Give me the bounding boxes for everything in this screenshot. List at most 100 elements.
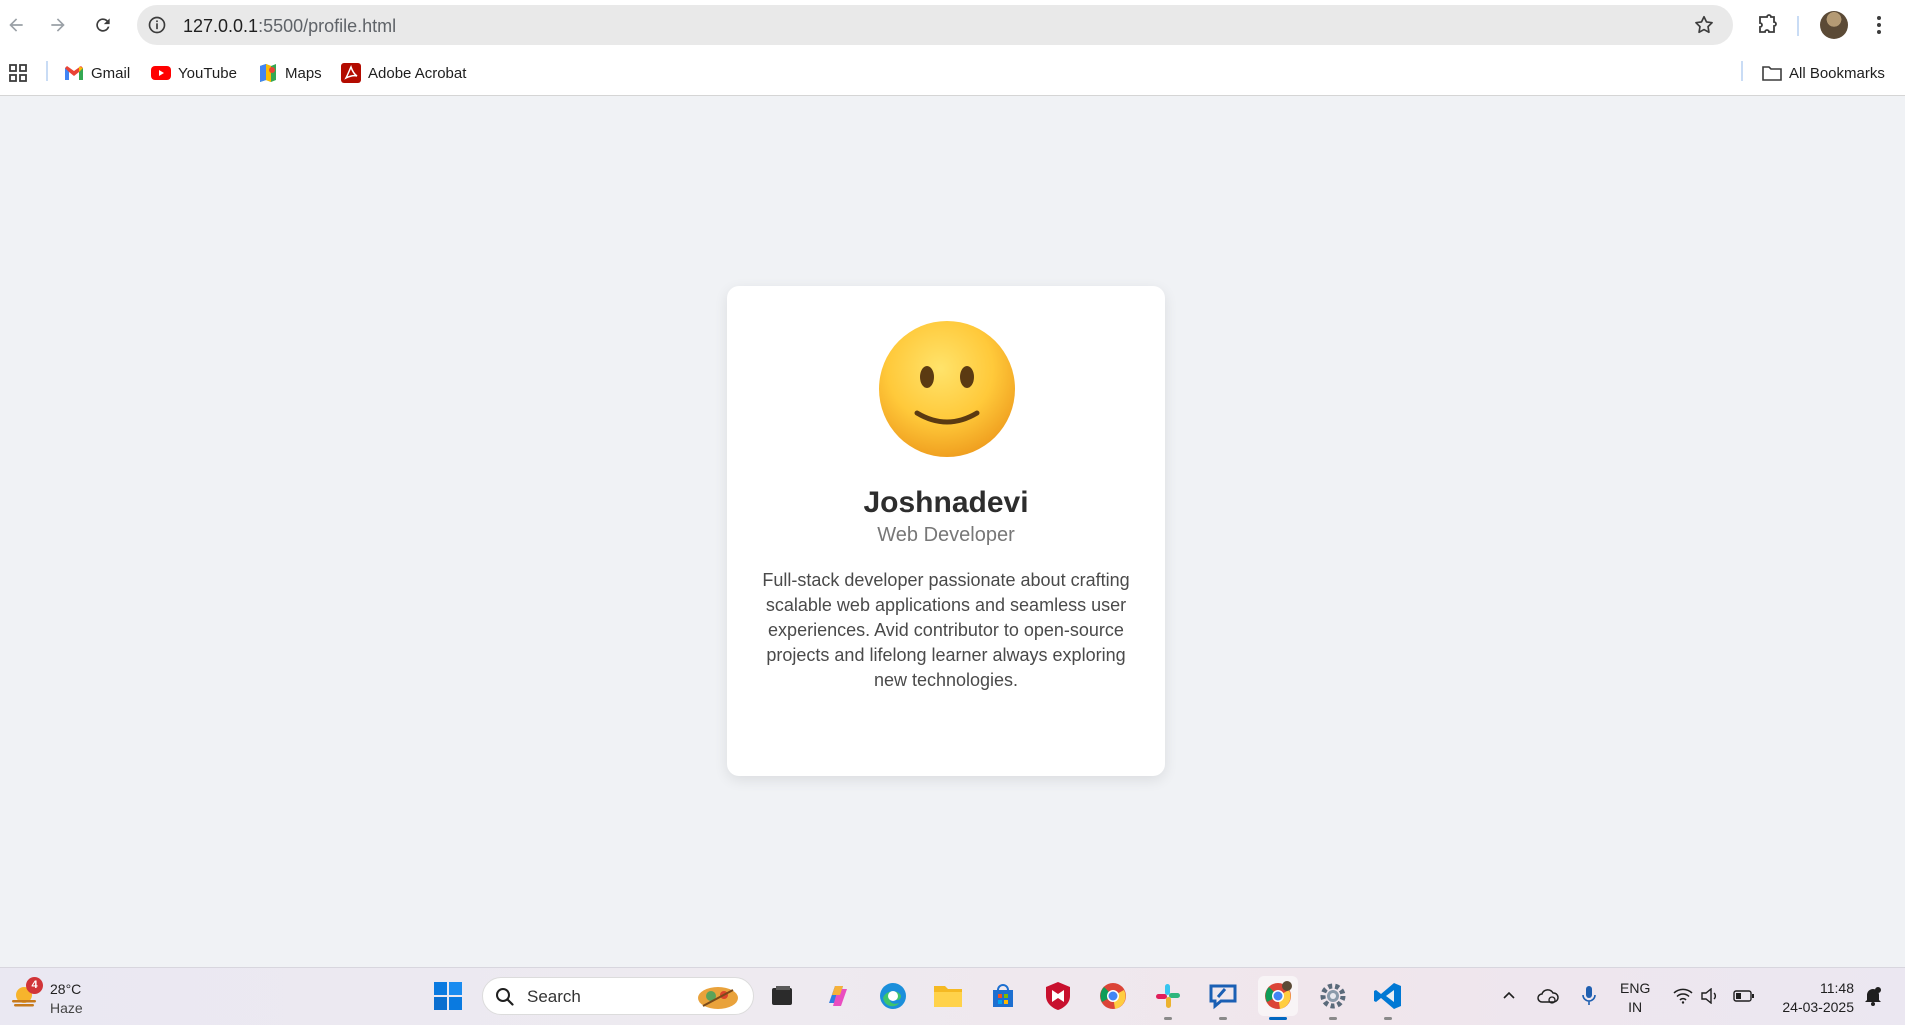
taskbar-app-chrome[interactable] (1093, 976, 1133, 1016)
taskbar: 4 28°C Haze Search ENG IN 11:48 24-03-20… (0, 967, 1905, 1025)
language-indicator[interactable]: ENG IN (1620, 979, 1650, 1017)
maps-icon (258, 63, 278, 83)
wifi-icon (1673, 988, 1693, 1004)
more-vertical-icon (1877, 16, 1881, 34)
url-host: 127.0.0.1 (183, 16, 259, 36)
page-viewport: Joshnadevi Web Developer Full-stack deve… (0, 97, 1905, 967)
forward-button[interactable] (42, 9, 74, 41)
folder-icon (1762, 63, 1782, 83)
taskbar-search[interactable]: Search (482, 977, 754, 1015)
region-code: IN (1628, 999, 1643, 1015)
mcafee-shield-icon (1046, 982, 1070, 1010)
weather-temp: 28°C (50, 981, 82, 997)
running-indicator (1219, 1017, 1227, 1020)
bookmarks-divider-right (1741, 61, 1743, 81)
profile-name: Joshnadevi (863, 486, 1029, 519)
bookmark-star-icon[interactable] (1693, 14, 1715, 36)
arrow-left-icon (9, 18, 23, 32)
tray-battery[interactable] (1733, 985, 1755, 1007)
bookmark-label: Adobe Acrobat (368, 64, 467, 82)
windows-icon (434, 982, 462, 1010)
url-path: :5500/profile.html (258, 16, 397, 36)
taskbar-app-mcafee[interactable] (1038, 976, 1078, 1016)
weather-badge: 4 (26, 977, 43, 994)
smiling-face-icon (879, 321, 1015, 457)
copilot-icon (829, 986, 847, 1006)
profile-bio: Full-stack developer passionate about cr… (762, 570, 1130, 690)
weather-condition: Haze (50, 1000, 83, 1016)
microphone-icon (1582, 986, 1596, 1005)
taskbar-app-chrome-active[interactable] (1258, 976, 1298, 1020)
taskbar-app-settings[interactable] (1313, 976, 1353, 1020)
search-highlight-icon (698, 987, 738, 1009)
slack-icon (1156, 984, 1180, 1008)
folder-yellow-icon (934, 986, 962, 1007)
tray-onedrive[interactable] (1537, 985, 1559, 1007)
apps-grid-icon (9, 64, 27, 82)
start-button[interactable] (428, 976, 468, 1016)
taskbar-app-edge[interactable] (873, 976, 913, 1016)
microsoft-store-icon (993, 984, 1013, 1007)
toolbar-divider (1797, 16, 1799, 36)
taskbar-app-file-explorer[interactable] (928, 976, 968, 1016)
youtube-icon (151, 63, 171, 83)
quick-assist-icon (1209, 984, 1237, 1010)
search-placeholder: Search (527, 987, 581, 1006)
arrow-right-icon (51, 18, 65, 32)
bookmark-gmail[interactable]: Gmail (64, 61, 130, 85)
clock-time: 11:48 (1820, 980, 1854, 996)
url-text[interactable]: 127.0.0.1:5500/profile.html (183, 16, 396, 37)
all-bookmarks-button[interactable]: All Bookmarks (1762, 61, 1885, 85)
address-bar[interactable]: 127.0.0.1:5500/profile.html (137, 5, 1733, 45)
acrobat-icon (341, 63, 361, 83)
tray-volume[interactable] (1699, 985, 1721, 1007)
bookmarks-bar: Gmail YouTube Maps Adobe Acrobat All Boo… (0, 50, 1905, 96)
system-clock[interactable]: 11:48 24-03-2025 (1770, 979, 1854, 1017)
search-icon (496, 988, 514, 1006)
cloud-sync-icon (1537, 989, 1559, 1004)
active-indicator (1269, 1017, 1287, 1020)
browser-toolbar: 127.0.0.1:5500/profile.html (0, 0, 1905, 50)
all-bookmarks-label: All Bookmarks (1789, 64, 1885, 82)
reload-button[interactable] (87, 9, 119, 41)
clock-date: 24-03-2025 (1782, 999, 1854, 1015)
menu-button[interactable] (1866, 12, 1892, 38)
volume-icon (1701, 988, 1716, 1004)
reload-icon (96, 18, 110, 32)
taskbar-app-file-explorer-dark[interactable] (762, 976, 802, 1016)
chevron-up-icon (1503, 991, 1515, 999)
edge-icon (880, 983, 906, 1009)
language-code: ENG (1620, 980, 1651, 996)
running-indicator (1164, 1017, 1172, 1020)
bookmark-label: Maps (285, 64, 322, 82)
show-hidden-icons[interactable] (1498, 985, 1520, 1007)
chrome-icon (1100, 983, 1126, 1009)
tray-wifi[interactable] (1672, 985, 1694, 1007)
weather-widget[interactable]: 4 28°C Haze (10, 977, 100, 1017)
notification-bell-icon (1865, 987, 1881, 1006)
taskbar-app-store[interactable] (983, 976, 1023, 1016)
bookmark-label: Gmail (91, 64, 131, 82)
apps-button[interactable] (8, 61, 28, 85)
bookmark-maps[interactable]: Maps (258, 61, 322, 85)
running-indicator (1384, 1017, 1392, 1020)
puzzle-icon (1759, 14, 1777, 33)
notification-center[interactable] (1862, 985, 1884, 1007)
back-button[interactable] (0, 9, 32, 41)
taskbar-app-quick-assist[interactable] (1203, 976, 1243, 1020)
profile-avatar[interactable] (1820, 11, 1848, 39)
taskbar-app-slack[interactable] (1148, 976, 1188, 1020)
settings-gear-icon (1320, 983, 1346, 1009)
site-info-icon[interactable] (147, 15, 167, 35)
file-explorer-dark-icon (772, 986, 792, 1005)
taskbar-app-vscode[interactable] (1368, 976, 1408, 1020)
profile-role: Web Developer (877, 524, 1015, 546)
bookmark-youtube[interactable]: YouTube (151, 61, 237, 85)
chrome-profile-icon (1265, 981, 1292, 1009)
bookmarks-divider (46, 61, 48, 81)
extensions-button[interactable] (1754, 12, 1780, 38)
tray-microphone[interactable] (1578, 985, 1600, 1007)
taskbar-app-copilot[interactable] (818, 976, 858, 1016)
bookmark-adobe-acrobat[interactable]: Adobe Acrobat (341, 61, 466, 85)
bookmark-label: YouTube (178, 64, 237, 82)
